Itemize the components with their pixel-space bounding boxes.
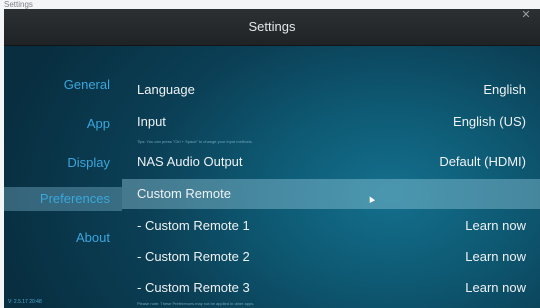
setting-label: - Custom Remote 3	[137, 280, 250, 295]
window-label: Settings	[4, 0, 33, 9]
setting-row-nas-audio-output[interactable]: NAS Audio Output Default (HDMI)	[122, 147, 540, 177]
setting-row-input[interactable]: Input English (US)	[122, 107, 540, 137]
setting-row-language[interactable]: Language English	[122, 75, 540, 105]
setting-value[interactable]: English (US)	[453, 114, 526, 129]
version-label: V: 2.5.17 20:48	[8, 299, 42, 305]
setting-label: Language	[137, 82, 195, 97]
learn-now-button[interactable]: Learn now	[465, 218, 526, 233]
close-icon[interactable]: ✕	[520, 10, 532, 21]
learn-now-button[interactable]: Learn now	[465, 280, 526, 295]
page-title: Settings	[248, 19, 296, 34]
title-bar: Settings ✕	[4, 9, 540, 46]
setting-value[interactable]: Default (HDMI)	[439, 154, 526, 169]
setting-label: - Custom Remote 1	[137, 218, 250, 233]
sidebar-item-preferences[interactable]: Preferences	[4, 187, 122, 211]
input-hint-text: Tips: You can press "Ctrl + Space" to ch…	[137, 139, 253, 144]
setting-row-custom-remote-2[interactable]: - Custom Remote 2 Learn now	[122, 242, 540, 272]
sidebar: General App Display Preferences About V:…	[4, 45, 122, 308]
settings-window: Settings ✕ General App Display Preferenc…	[4, 9, 540, 308]
setting-row-custom-remote-1[interactable]: - Custom Remote 1 Learn now	[122, 211, 540, 241]
setting-value[interactable]: English	[483, 82, 526, 97]
setting-row-custom-remote[interactable]: Custom Remote	[122, 179, 540, 209]
sidebar-item-app[interactable]: App	[87, 116, 110, 131]
setting-label: - Custom Remote 2	[137, 249, 250, 264]
learn-now-button[interactable]: Learn now	[465, 249, 526, 264]
setting-label: NAS Audio Output	[137, 154, 243, 169]
sidebar-item-about[interactable]: About	[76, 230, 110, 245]
setting-label: Input	[137, 114, 166, 129]
sidebar-item-display[interactable]: Display	[67, 155, 110, 170]
setting-row-custom-remote-3[interactable]: - Custom Remote 3 Learn now	[122, 273, 540, 303]
setting-label: Custom Remote	[137, 186, 231, 201]
sidebar-item-general[interactable]: General	[64, 77, 110, 92]
footer-note: Please note: These Preferences may not b…	[137, 301, 255, 306]
